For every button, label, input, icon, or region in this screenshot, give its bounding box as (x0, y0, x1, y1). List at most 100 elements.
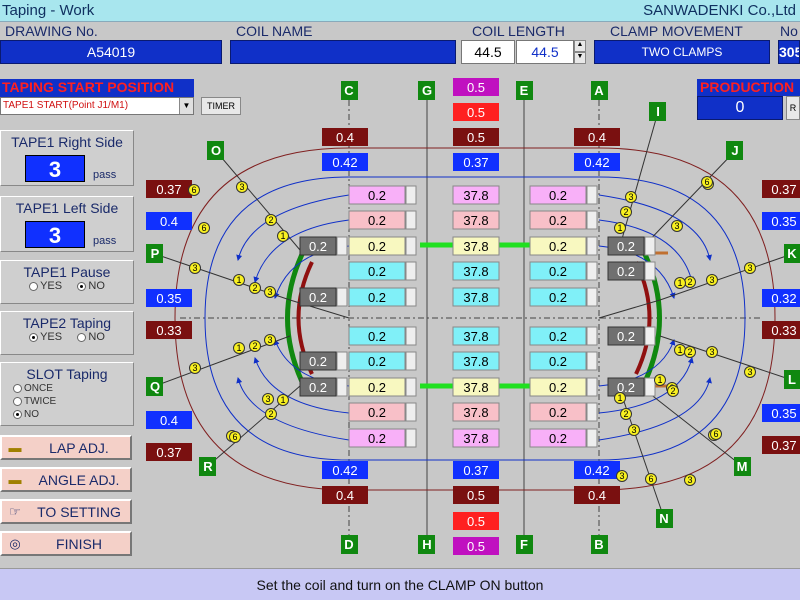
row-spin-button[interactable] (586, 377, 598, 397)
right-value-4[interactable]: 0.33 (771, 323, 796, 338)
row-3-c-value[interactable]: 37.8 (463, 239, 488, 254)
row-4-c-value[interactable]: 37.8 (463, 264, 488, 279)
grey-value-2[interactable]: 0.2 (617, 239, 635, 254)
row-spin-button[interactable] (405, 287, 417, 307)
row-4-r-value[interactable]: 0.2 (549, 264, 567, 279)
grey-value-7[interactable]: 0.2 (309, 380, 327, 395)
row-9-l-value[interactable]: 0.2 (368, 405, 386, 420)
row-spin-button[interactable] (405, 326, 417, 346)
tape1-pause-no-radio[interactable]: NO (77, 280, 105, 292)
top-maroon-left-value[interactable]: 0.4 (336, 130, 354, 145)
grey-spin-button[interactable] (336, 236, 348, 256)
to-setting-button[interactable]: ☞ TO SETTING (0, 499, 132, 524)
row-2-c-value[interactable]: 37.8 (463, 213, 488, 228)
top-magenta-value[interactable]: 0.5 (467, 80, 485, 95)
row-10-r-value[interactable]: 0.2 (549, 431, 567, 446)
row-spin-button[interactable] (405, 377, 417, 397)
slot-no-radio[interactable]: NO (13, 408, 133, 421)
left-value-2[interactable]: 0.4 (160, 214, 178, 229)
grey-value-5[interactable]: 0.2 (309, 354, 327, 369)
grey-spin-button[interactable] (644, 326, 656, 346)
top-maroon-right-value[interactable]: 0.4 (588, 130, 606, 145)
row-spin-button[interactable] (405, 185, 417, 205)
top-maroon-center-value[interactable]: 0.5 (467, 130, 485, 145)
finish-button[interactable]: ◎ FINISH (0, 531, 132, 556)
row-7-r-value[interactable]: 0.2 (549, 354, 567, 369)
top-blue-center-value[interactable]: 0.37 (463, 155, 488, 170)
row-6-c-value[interactable]: 37.8 (463, 329, 488, 344)
row-6-l-value[interactable]: 0.2 (368, 329, 386, 344)
bottom-magenta-value[interactable]: 0.5 (467, 539, 485, 554)
row-5-c-value[interactable]: 37.8 (463, 290, 488, 305)
row-2-r-value[interactable]: 0.2 (549, 213, 567, 228)
grey-spin-button[interactable] (644, 236, 656, 256)
row-1-l-value[interactable]: 0.2 (368, 188, 386, 203)
bottom-maroon-right-value[interactable]: 0.4 (588, 488, 606, 503)
grey-value-4[interactable]: 0.2 (309, 290, 327, 305)
right-value-5[interactable]: 0.35 (771, 406, 796, 421)
left-value-1[interactable]: 0.37 (156, 182, 181, 197)
grey-spin-button[interactable] (336, 287, 348, 307)
tape2-taping-no-radio[interactable]: NO (77, 331, 105, 343)
row-10-c-value[interactable]: 37.8 (463, 431, 488, 446)
row-7-c-value[interactable]: 37.8 (463, 354, 488, 369)
row-spin-button[interactable] (586, 428, 598, 448)
row-9-r-value[interactable]: 0.2 (549, 405, 567, 420)
row-spin-button[interactable] (405, 402, 417, 422)
right-value-1[interactable]: 0.37 (771, 182, 796, 197)
row-spin-button[interactable] (586, 287, 598, 307)
bottom-maroon-center-value[interactable]: 0.5 (467, 488, 485, 503)
row-spin-button[interactable] (405, 236, 417, 256)
tape1-right-pass-input[interactable]: 3 (25, 155, 85, 182)
row-spin-button[interactable] (405, 261, 417, 281)
row-8-l-value[interactable]: 0.2 (368, 380, 386, 395)
row-7-l-value[interactable]: 0.2 (368, 354, 386, 369)
row-10-l-value[interactable]: 0.2 (368, 431, 386, 446)
top-blue-right-value[interactable]: 0.42 (584, 155, 609, 170)
row-5-r-value[interactable]: 0.2 (549, 290, 567, 305)
row-1-c-value[interactable]: 37.8 (463, 188, 488, 203)
grey-value-6[interactable]: 0.2 (617, 329, 635, 344)
row-spin-button[interactable] (405, 210, 417, 230)
row-2-l-value[interactable]: 0.2 (368, 213, 386, 228)
slot-twice-radio[interactable]: TWICE (13, 395, 133, 408)
left-value-3[interactable]: 0.35 (156, 291, 181, 306)
row-1-r-value[interactable]: 0.2 (549, 188, 567, 203)
grey-spin-button[interactable] (644, 261, 656, 281)
coil-length-up-button[interactable]: ▲ (574, 40, 586, 52)
tape1-pause-yes-radio[interactable]: YES (29, 280, 62, 292)
grey-spin-button[interactable] (644, 377, 656, 397)
slot-once-radio[interactable]: ONCE (13, 382, 133, 395)
row-8-r-value[interactable]: 0.2 (549, 380, 567, 395)
right-value-2[interactable]: 0.35 (771, 214, 796, 229)
coil-length-down-button[interactable]: ▼ (574, 52, 586, 64)
bottom-red-value[interactable]: 0.5 (467, 514, 485, 529)
row-spin-button[interactable] (586, 261, 598, 281)
row-spin-button[interactable] (586, 402, 598, 422)
bottom-maroon-left-value[interactable]: 0.4 (336, 488, 354, 503)
grey-value-1[interactable]: 0.2 (309, 239, 327, 254)
left-value-4[interactable]: 0.33 (156, 323, 181, 338)
bottom-blue-left-value[interactable]: 0.42 (332, 463, 357, 478)
tape2-taping-yes-radio[interactable]: YES (29, 331, 62, 343)
tape1-left-pass-input[interactable]: 3 (25, 221, 85, 248)
angle-adj-button[interactable]: ▬ ANGLE ADJ. (0, 467, 132, 492)
grey-spin-button[interactable] (336, 351, 348, 371)
top-blue-left-value[interactable]: 0.42 (332, 155, 357, 170)
top-red-value[interactable]: 0.5 (467, 105, 485, 120)
row-9-c-value[interactable]: 37.8 (463, 405, 488, 420)
right-value-3[interactable]: 0.32 (771, 291, 796, 306)
row-8-c-value[interactable]: 37.8 (463, 380, 488, 395)
row-spin-button[interactable] (586, 185, 598, 205)
row-spin-button[interactable] (586, 210, 598, 230)
coil-length-input[interactable]: 44.5 (516, 40, 574, 64)
bottom-blue-center-value[interactable]: 0.37 (463, 463, 488, 478)
row-3-r-value[interactable]: 0.2 (549, 239, 567, 254)
row-spin-button[interactable] (586, 351, 598, 371)
row-spin-button[interactable] (405, 428, 417, 448)
left-value-6[interactable]: 0.37 (156, 445, 181, 460)
row-spin-button[interactable] (586, 236, 598, 256)
grey-value-3[interactable]: 0.2 (617, 264, 635, 279)
row-3-l-value[interactable]: 0.2 (368, 239, 386, 254)
bottom-blue-right-value[interactable]: 0.42 (584, 463, 609, 478)
